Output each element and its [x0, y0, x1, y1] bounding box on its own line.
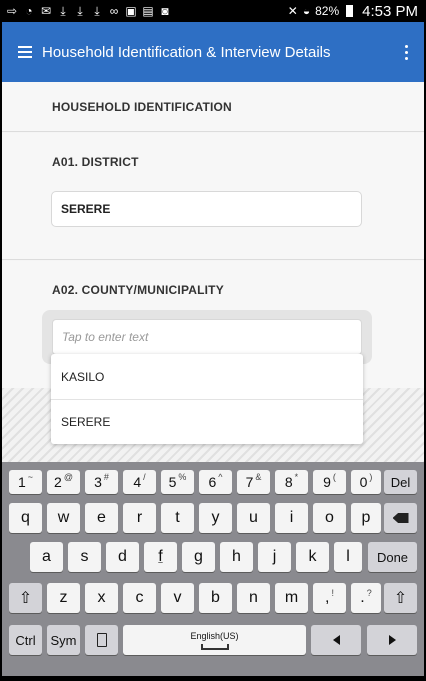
key-0[interactable]: 0) — [351, 470, 381, 494]
question-district: A01. DISTRICT SERERE — [2, 133, 424, 260]
suggestion-dropdown: KASILO SERERE — [51, 354, 363, 444]
shift-key-right[interactable]: ⇧ — [384, 583, 417, 613]
cursor-right-key[interactable] — [367, 625, 417, 655]
clipboard-icon — [96, 633, 107, 647]
section-header: HOUSEHOLD IDENTIFICATION — [2, 82, 424, 132]
bottom-edge — [2, 676, 424, 681]
arrow-left-icon — [332, 635, 340, 645]
shift-icon: ⇧ — [393, 590, 408, 607]
download-icon: ⤓ — [77, 4, 83, 18]
key-5[interactable]: 5% — [161, 470, 194, 494]
key-z[interactable]: z — [47, 583, 80, 613]
shift-key[interactable]: ⇧ — [9, 583, 42, 613]
cast-icon: ⇨ — [6, 4, 18, 18]
key-n[interactable]: n — [237, 583, 270, 613]
backspace-icon — [392, 513, 409, 523]
district-field[interactable]: SERERE — [51, 191, 362, 227]
backspace-key[interactable] — [384, 503, 417, 533]
key-3[interactable]: 3 # — [85, 470, 118, 494]
key-x[interactable]: x — [85, 583, 118, 613]
wifi-signal-icon: ◔ — [25, 4, 33, 18]
key-e[interactable]: e — [85, 503, 118, 533]
arrow-right-icon — [388, 635, 396, 645]
key-period[interactable]: .? — [351, 583, 381, 613]
key-l[interactable]: l — [334, 542, 362, 572]
notification-icons: ⇨ ◔ ✉ ⤓ ⤓ ⤓ ∞ ▣ ▤ ◙ — [2, 5, 171, 17]
mute-icon: ✕ — [287, 4, 298, 18]
key-d[interactable]: d — [106, 542, 139, 572]
section-title: HOUSEHOLD IDENTIFICATION — [52, 100, 232, 114]
battery-icon — [346, 5, 354, 17]
key-1[interactable]: 1 ~ — [9, 470, 42, 494]
county-input[interactable]: Tap to enter text — [52, 319, 362, 355]
key-t[interactable]: t — [161, 503, 194, 533]
ctrl-key[interactable]: Ctrl — [9, 625, 42, 655]
app-toolbar: Household Identification & Interview Det… — [2, 22, 424, 82]
key-r[interactable]: r — [123, 503, 156, 533]
key-o[interactable]: o — [313, 503, 346, 533]
key-h[interactable]: h — [220, 542, 253, 572]
county-label: A02. COUNTY/MUNICIPALITY — [52, 283, 224, 297]
download-icon: ⤓ — [60, 4, 66, 18]
key-m[interactable]: m — [275, 583, 308, 613]
suggestion-item[interactable]: SERERE — [51, 399, 363, 444]
key-b[interactable]: b — [199, 583, 232, 613]
image-icon: ▣ — [125, 4, 137, 18]
download-icon: ⤓ — [94, 4, 100, 18]
clock: 4:53 PM — [362, 2, 418, 20]
cursor-left-key[interactable] — [311, 625, 361, 655]
district-label: A01. DISTRICT — [52, 155, 139, 169]
key-g[interactable]: g — [182, 542, 215, 572]
key-6[interactable]: 6 ^ — [199, 470, 232, 494]
key-c[interactable]: c — [123, 583, 156, 613]
space-icon — [200, 643, 229, 650]
key-9[interactable]: 9( — [313, 470, 346, 494]
language-label: English(US) — [190, 630, 239, 641]
shopping-icon: ▤ — [142, 4, 154, 18]
battery-percent: 82% — [315, 4, 340, 18]
key-i[interactable]: i — [275, 503, 308, 533]
sym-key[interactable]: Sym — [47, 625, 80, 655]
wifi-icon: ◒ — [302, 4, 311, 18]
key-7[interactable]: 7 & — [237, 470, 270, 494]
key-w[interactable]: w — [47, 503, 80, 533]
key-a[interactable]: a — [30, 542, 63, 572]
space-key[interactable]: English(US) — [123, 625, 306, 655]
done-key[interactable]: Done — [368, 542, 417, 572]
key-u[interactable]: u — [237, 503, 270, 533]
mail-icon: ✉ — [40, 4, 52, 18]
status-bar: ⇨ ◔ ✉ ⤓ ⤓ ⤓ ∞ ▣ ▤ ◙ ✕ ◒ 82% 4:53 PM — [2, 0, 424, 22]
delete-key[interactable]: Del — [384, 470, 417, 494]
key-q[interactable]: q — [9, 503, 42, 533]
key-p[interactable]: p — [351, 503, 381, 533]
key-k[interactable]: k — [296, 542, 329, 572]
key-comma[interactable]: ,! — [313, 583, 346, 613]
key-y[interactable]: y — [199, 503, 232, 533]
clipboard-key[interactable] — [85, 625, 118, 655]
menu-icon[interactable] — [2, 22, 42, 82]
key-8[interactable]: 8 * — [275, 470, 308, 494]
voicemail-icon: ∞ — [109, 4, 119, 18]
shift-icon: ⇧ — [18, 590, 33, 607]
key-s[interactable]: s — [68, 542, 101, 572]
key-4[interactable]: 4/ — [123, 470, 156, 494]
device-screen: ⇨ ◔ ✉ ⤓ ⤓ ⤓ ∞ ▣ ▤ ◙ ✕ ◒ 82% 4:53 PM Hous… — [2, 0, 424, 681]
form-content: HOUSEHOLD IDENTIFICATION A01. DISTRICT S… — [2, 82, 424, 462]
toolbar-title: Household Identification & Interview Det… — [42, 43, 331, 61]
soft-keyboard: 1 ~ 2 @ 3 # 4/ 5% 6 ^ 7 & 8 * 9( 0) Del q w e … — [2, 462, 424, 681]
key-v[interactable]: v — [161, 583, 194, 613]
suggestion-item[interactable]: KASILO — [51, 354, 363, 399]
key-f[interactable]: f — [144, 542, 177, 572]
key-j[interactable]: j — [258, 542, 291, 572]
overflow-menu-icon[interactable] — [388, 22, 424, 82]
camera-icon: ◙ — [161, 4, 169, 18]
key-2[interactable]: 2 @ — [47, 470, 80, 494]
